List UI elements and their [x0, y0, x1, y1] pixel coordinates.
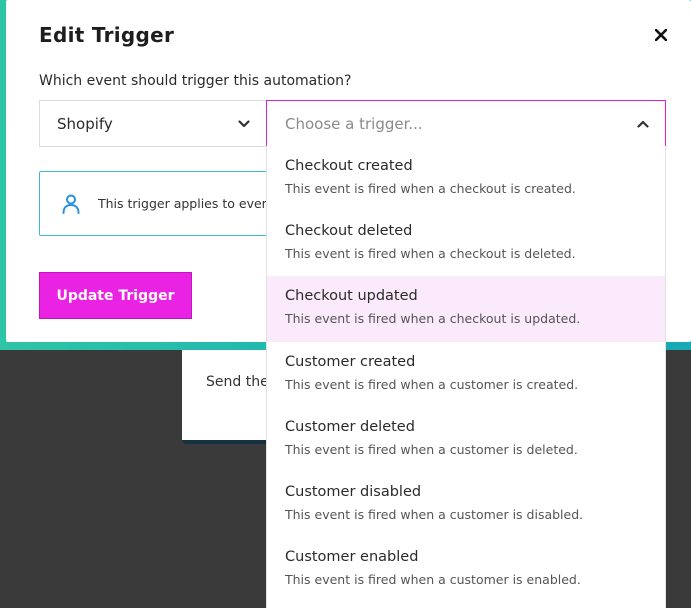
modal-title: Edit Trigger: [39, 23, 175, 47]
trigger-option-customer-enabled[interactable]: Customer enabled This event is fired whe…: [267, 537, 665, 602]
trigger-option-checkout-deleted[interactable]: Checkout deleted This event is fired whe…: [267, 211, 665, 276]
option-title: Customer enabled: [285, 549, 419, 566]
option-description: This event is fired when a customer is d…: [285, 506, 584, 522]
update-trigger-button[interactable]: Update Trigger: [39, 272, 192, 319]
user-icon: [62, 194, 80, 214]
trigger-option-customer-deleted[interactable]: Customer deleted This event is fired whe…: [267, 407, 665, 472]
trigger-search-input[interactable]: [285, 114, 605, 133]
close-icon: [655, 29, 667, 41]
trigger-select[interactable]: [266, 100, 666, 147]
option-description: This event is fired when a checkout is u…: [285, 311, 581, 327]
option-description: This event is fired when a customer is c…: [285, 376, 579, 392]
trigger-option-customer-disabled[interactable]: Customer disabled This event is fired wh…: [267, 472, 665, 537]
trigger-option-checkout-updated[interactable]: Checkout updated This event is fired whe…: [267, 276, 665, 342]
info-text: This trigger applies to ever: [98, 196, 267, 211]
trigger-option-customer-created[interactable]: Customer created This event is fired whe…: [267, 342, 665, 407]
option-title: Checkout updated: [285, 288, 418, 305]
trigger-dropdown-list: Checkout created This event is fired whe…: [266, 146, 666, 608]
chevron-down-icon: [238, 119, 250, 127]
background-card-text: Send the: [206, 374, 269, 390]
option-title: Checkout deleted: [285, 223, 413, 240]
trigger-question-label: Which event should trigger this automati…: [39, 73, 352, 89]
option-title: Customer deleted: [285, 418, 415, 435]
option-title: Customer disabled: [285, 483, 422, 500]
app-select[interactable]: Shopify: [39, 100, 267, 147]
trigger-info-box: This trigger applies to ever: [39, 171, 289, 236]
close-button[interactable]: [650, 24, 672, 46]
chevron-up-icon: [637, 120, 649, 128]
option-description: This event is fired when a customer is d…: [285, 441, 578, 457]
trigger-option-checkout-created[interactable]: Checkout created This event is fired whe…: [267, 146, 665, 211]
option-description: This event is fired when a customer is e…: [285, 572, 581, 588]
app-select-value: Shopify: [57, 114, 113, 133]
option-title: Checkout created: [285, 158, 413, 174]
option-description: This event is fired when a checkout is c…: [285, 181, 576, 196]
option-title: Customer created: [285, 353, 416, 370]
option-description: This event is fired when a checkout is d…: [285, 246, 576, 262]
